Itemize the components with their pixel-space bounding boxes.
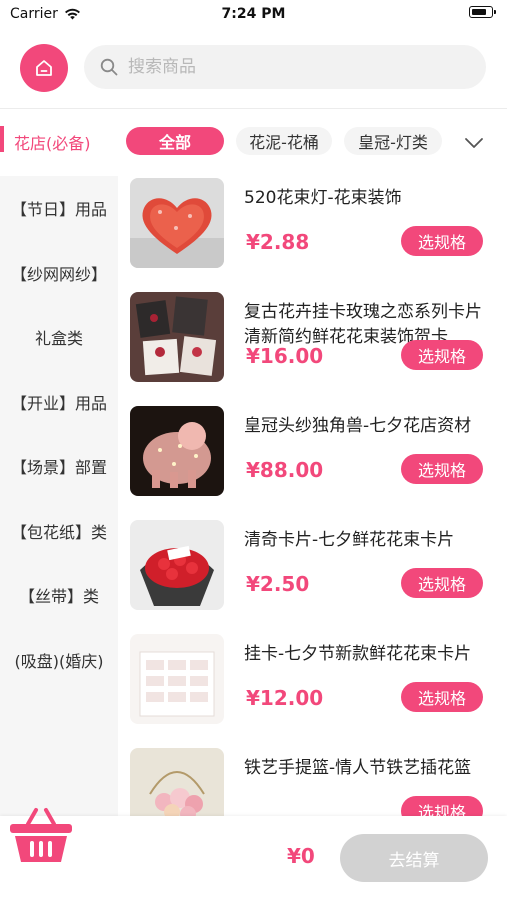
current-category-label: 花店(必备)	[14, 134, 91, 153]
home-icon	[36, 60, 52, 76]
product-price: ¥16.00	[246, 344, 324, 368]
filter-chip-foam-bucket[interactable]: 花泥-花桶	[236, 127, 332, 155]
sidebar-item-festival[interactable]: 【节日】用品	[0, 176, 118, 241]
select-spec-button[interactable]: 选规格	[401, 340, 483, 370]
product-name[interactable]: 520花束灯-花束装饰	[244, 186, 496, 211]
product-price: ¥12.00	[246, 686, 324, 710]
select-spec-button[interactable]: 选规格	[401, 568, 483, 598]
product-image-heart-bouquet[interactable]	[130, 178, 224, 268]
product-list: 520花束灯-花束装饰 ¥2.88 选规格 复古花卉挂卡玫瑰之恋系列卡片清新简约…	[118, 176, 507, 816]
product-price: ¥2.50	[246, 572, 310, 596]
product-item[interactable]: 清奇卡片-七夕鲜花花束卡片 ¥2.50 选规格	[118, 518, 507, 632]
select-spec-button[interactable]: 选规格	[401, 796, 483, 816]
product-image-greeting-cards[interactable]	[130, 292, 224, 382]
product-item[interactable]: 皇冠头纱独角兽-七夕花店资材 ¥88.00 选规格	[118, 404, 507, 518]
category-bar: 花店(必备) 全部 花泥-花桶 皇冠-灯类	[0, 120, 507, 166]
sidebar-item-gift-box[interactable]: 礼盒类	[0, 305, 118, 370]
product-item[interactable]: 铁艺手提篮-情人节铁艺插花篮 选规格	[118, 746, 507, 816]
sidebar-item-suction-wedding[interactable]: (吸盘)(婚庆)	[0, 628, 118, 693]
sidebar-item-opening[interactable]: 【开业】用品	[0, 370, 118, 435]
search-input[interactable]	[128, 57, 458, 77]
chevron-down-icon	[465, 138, 483, 148]
filter-chip-crown-lamp[interactable]: 皇冠-灯类	[344, 127, 442, 155]
cart-button[interactable]	[6, 804, 76, 864]
product-image-flower-basket[interactable]	[130, 748, 224, 816]
product-name[interactable]: 铁艺手提篮-情人节铁艺插花篮	[244, 756, 496, 781]
product-price: ¥88.00	[246, 458, 324, 482]
product-name[interactable]: 皇冠头纱独角兽-七夕花店资材	[244, 414, 496, 439]
category-indicator	[0, 126, 4, 152]
cart-total: ¥0	[287, 844, 315, 868]
search-bar[interactable]	[84, 45, 486, 89]
category-sidebar: 【节日】用品 【纱网网纱】 礼盒类 【开业】用品 【场景】部置 【包花纸】类 【…	[0, 176, 118, 816]
filter-chip-all[interactable]: 全部	[126, 127, 224, 155]
search-header	[0, 36, 507, 100]
product-name[interactable]: 挂卡-七夕节新款鲜花花束卡片	[244, 642, 496, 667]
product-item[interactable]: 复古花卉挂卡玫瑰之恋系列卡片清新简约鲜花花束装饰贺卡 ¥16.00 选规格	[118, 290, 507, 404]
product-image-glowing-unicorn[interactable]	[130, 406, 224, 496]
product-image-hanging-cards[interactable]	[130, 634, 224, 724]
select-spec-button[interactable]: 选规格	[401, 682, 483, 712]
battery-icon	[469, 6, 496, 18]
status-time: 7:24 PM	[221, 6, 286, 22]
sidebar-item-wrapping-paper[interactable]: 【包花纸】类	[0, 499, 118, 564]
shopping-basket-icon	[10, 808, 72, 862]
product-image-red-rose-bouquet[interactable]	[130, 520, 224, 610]
product-item[interactable]: 520花束灯-花束装饰 ¥2.88 选规格	[118, 176, 507, 290]
product-item[interactable]: 挂卡-七夕节新款鲜花花束卡片 ¥12.00 选规格	[118, 632, 507, 746]
select-spec-button[interactable]: 选规格	[401, 454, 483, 484]
sidebar-item-ribbon[interactable]: 【丝带】类	[0, 563, 118, 628]
sidebar-item-scene[interactable]: 【场景】部置	[0, 434, 118, 499]
search-icon	[100, 58, 118, 76]
status-bar: Carrier 7:24 PM	[0, 0, 507, 30]
product-name[interactable]: 清奇卡片-七夕鲜花花束卡片	[244, 528, 496, 553]
expand-categories-button[interactable]	[463, 132, 485, 154]
sidebar-item-gauze[interactable]: 【纱网网纱】	[0, 241, 118, 306]
bottom-cart-bar: ¥0 去结算	[0, 808, 507, 900]
home-button[interactable]	[20, 44, 68, 92]
checkout-button[interactable]: 去结算	[340, 834, 488, 882]
product-price: ¥2.88	[246, 230, 310, 254]
select-spec-button[interactable]: 选规格	[401, 226, 483, 256]
header-divider	[0, 108, 507, 109]
